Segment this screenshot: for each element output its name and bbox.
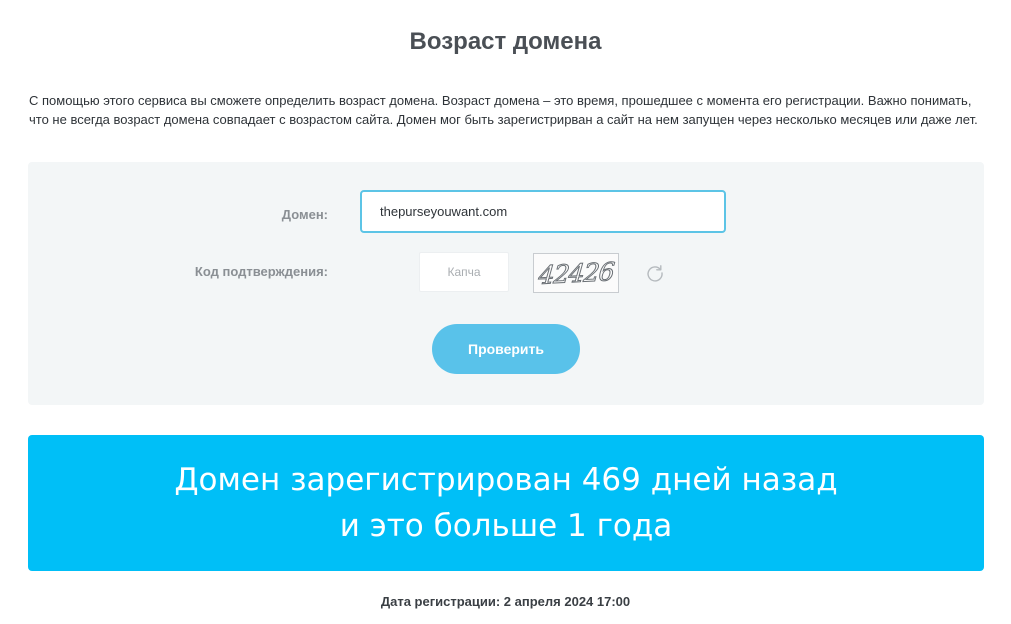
check-button[interactable]: Проверить: [432, 324, 580, 374]
domain-label: Домен:: [281, 207, 328, 222]
result-line-2: и это больше 1 года: [339, 508, 673, 544]
captcha-input[interactable]: [419, 252, 509, 292]
captcha-label: Код подтверждения:: [194, 264, 328, 279]
refresh-icon-glyph: [647, 265, 663, 282]
captcha-code: 42426: [537, 256, 616, 290]
page: Возраст домена С помощью этого сервиса в…: [0, 0, 1011, 624]
intro-text: С помощью этого сервиса вы сможете опред…: [29, 93, 978, 127]
result-banner: Домен зарегистрирован 469 дней назад и э…: [28, 435, 984, 571]
refresh-icon[interactable]: [644, 262, 666, 284]
registration-date: Дата регистрации: 2 апреля 2024 17:00: [380, 594, 631, 609]
result-line-1: Домен зарегистрирован 469 дней назад: [174, 462, 838, 498]
domain-input[interactable]: [360, 190, 726, 233]
page-title: Возраст домена: [409, 28, 602, 55]
domain-check-form: Домен: Код подтверждения: 42426 Проверит…: [28, 162, 984, 405]
captcha-image: 42426: [533, 253, 619, 293]
